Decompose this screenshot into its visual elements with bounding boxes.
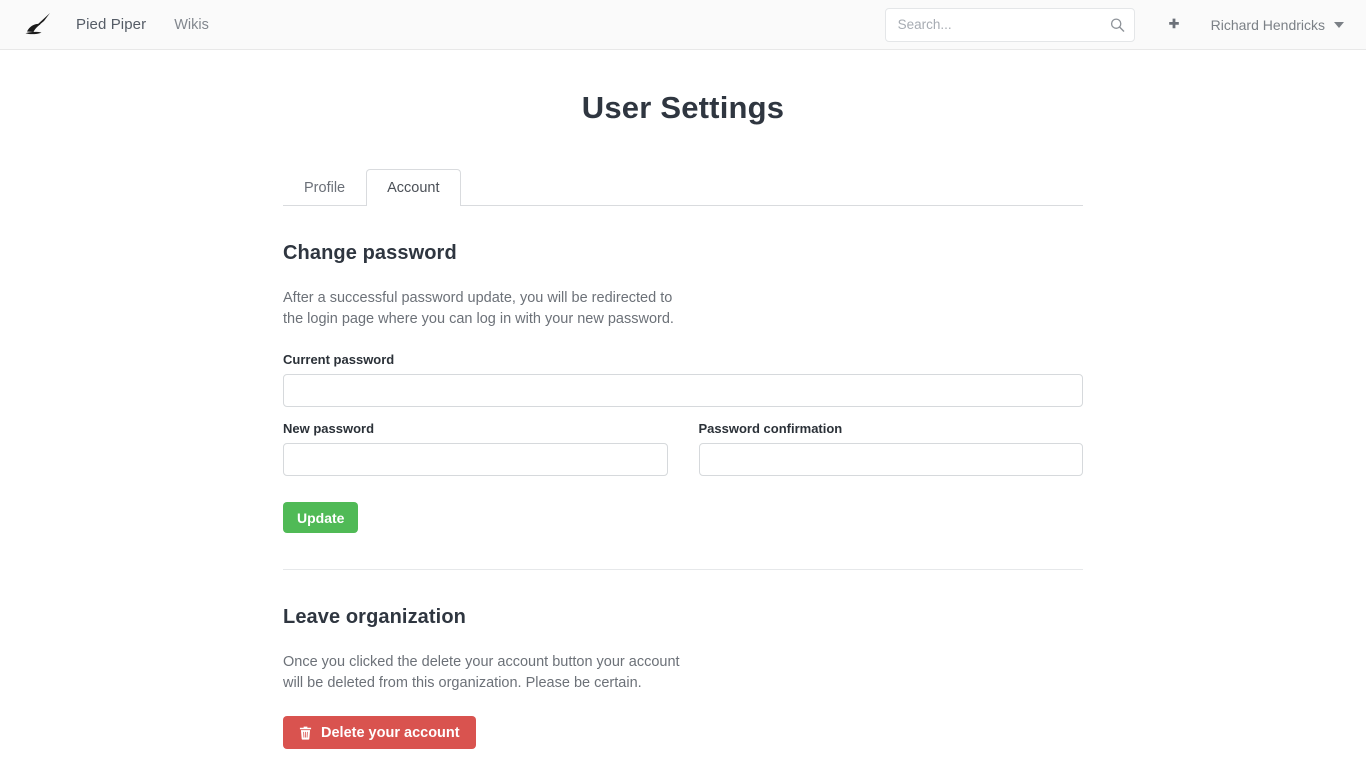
tab-profile[interactable]: Profile [283,169,366,206]
current-password-label: Current password [283,352,395,367]
delete-account-button[interactable]: Delete your account [283,716,476,749]
search-input[interactable] [884,7,1135,42]
nav-item-wikis[interactable]: Wikis [160,17,223,33]
current-password-input[interactable] [283,374,1083,407]
leave-organization-title: Leave organization [283,606,466,628]
current-password-field: Current password [283,352,1083,407]
change-password-section: Change password After a successful passw… [283,206,1083,533]
delete-account-label: Delete your account [321,724,460,741]
new-password-field: New password [283,421,668,476]
new-password-input[interactable] [283,443,668,476]
password-confirmation-input[interactable] [698,443,1083,476]
navbar-right-group: Richard Hendricks [884,0,1344,49]
page-body: User Settings Profile Account Change pas… [0,50,1366,772]
quill-pen-icon[interactable] [22,9,54,41]
change-password-title: Change password [283,242,457,264]
navbar-left-group: Pied Piper Wikis [22,0,223,49]
user-menu[interactable]: Richard Hendricks [1211,17,1344,33]
page-title: User Settings [581,90,785,125]
trash-icon [299,726,312,740]
leave-organization-description: Once you clicked the delete your account… [283,654,680,691]
password-confirmation-label: Password confirmation [698,421,843,436]
password-confirmation-field: Password confirmation [698,421,1083,476]
chevron-down-icon [1334,21,1344,28]
top-navbar: Pied Piper Wikis Richard Hendricks [0,0,1366,50]
search-container [884,7,1135,42]
plus-icon[interactable] [1163,14,1185,36]
brand-name[interactable]: Pied Piper [62,16,160,33]
password-fields-row: New password Password confirmation [283,421,1083,476]
settings-tabs: Profile Account [283,167,1083,206]
update-password-button[interactable]: Update [283,502,359,533]
change-password-description: After a successful password update, you … [283,290,674,327]
leave-organization-section: Leave organization Once you clicked the … [283,570,1083,749]
tab-account[interactable]: Account [366,169,461,206]
new-password-label: New password [283,421,375,436]
user-menu-label: Richard Hendricks [1210,16,1325,33]
settings-container: Profile Account Change password After a … [283,126,1083,772]
